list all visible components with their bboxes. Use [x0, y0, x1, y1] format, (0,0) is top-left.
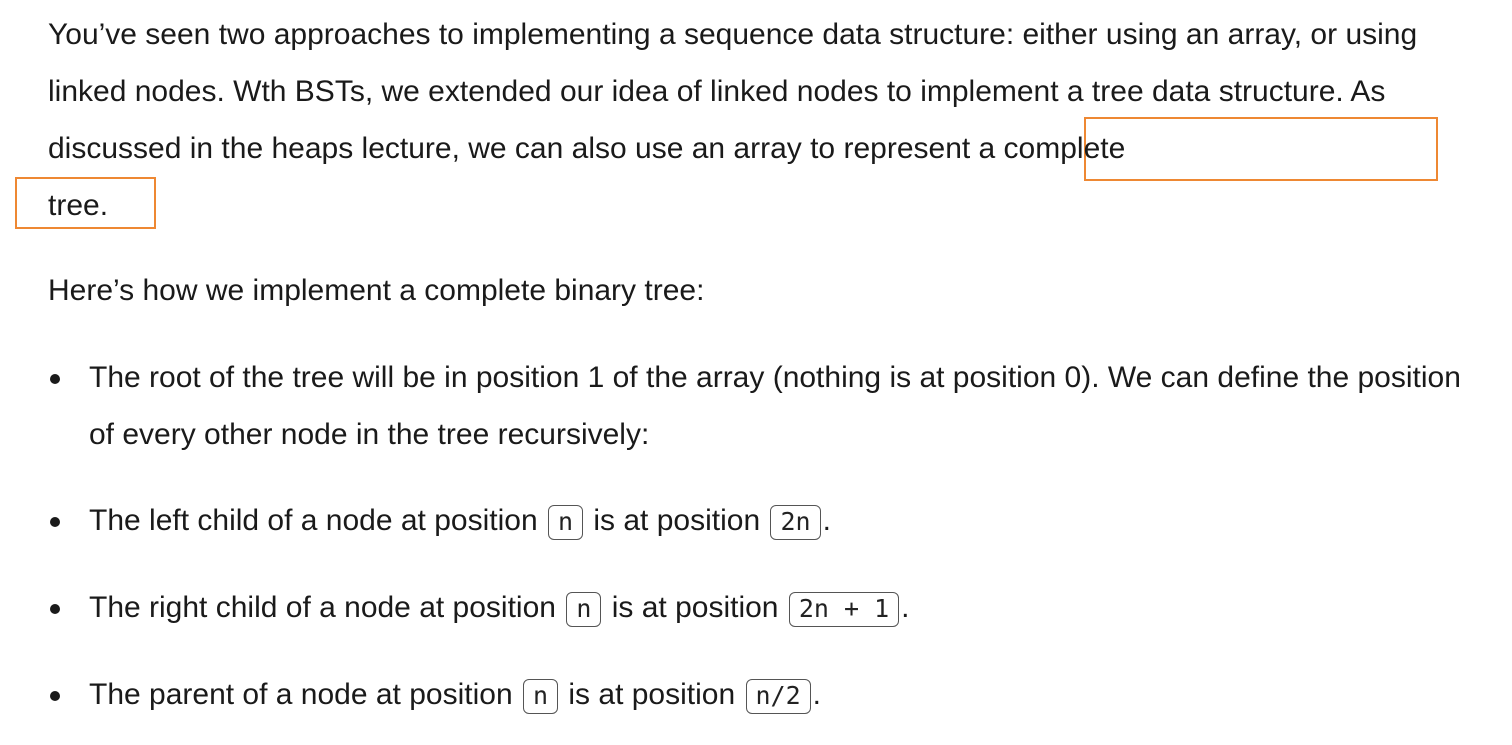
list-item-prefix: The parent of a node at position: [89, 678, 513, 711]
highlighted-text-1: represent a complete: [843, 132, 1126, 165]
code-inline: n: [522, 679, 559, 714]
list-item-suffix: .: [812, 678, 821, 711]
list-item: The right child of a node at position n …: [48, 579, 1468, 637]
bullet-icon: [50, 691, 60, 701]
code-inline: 2n: [770, 505, 821, 540]
lead-paragraph: Here’s how we implement a complete binar…: [48, 274, 705, 307]
list-item-suffix: .: [822, 504, 831, 537]
list-item: The root of the tree will be in position…: [48, 349, 1468, 463]
list-item-suffix: .: [901, 591, 910, 624]
article-body: You’ve seen two approaches to implementi…: [48, 6, 1468, 745]
bullet-icon: [50, 374, 60, 384]
code-inline: n/2: [745, 679, 811, 714]
list-item-prefix: The right child of a node at position: [89, 591, 556, 624]
bullet-icon: [50, 604, 60, 614]
intro-paragraph: You’ve seen two approaches to implementi…: [48, 6, 1468, 234]
list-item: The left child of a node at position n i…: [48, 492, 1468, 550]
list-item-prefix: The left child of a node at position: [89, 504, 538, 537]
list-item-middle: is at position: [568, 678, 736, 711]
code-inline: n: [566, 592, 602, 627]
list-item-middle: is at position: [611, 591, 779, 624]
code-inline: 2n + 1: [788, 592, 900, 627]
code-inline: n: [547, 505, 584, 540]
intro-text: You’ve seen two approaches to implementi…: [48, 18, 1418, 165]
list-item: The parent of a node at position n is at…: [48, 666, 1468, 724]
list-item-text: The root of the tree will be in position…: [89, 361, 1461, 451]
bullet-icon: [50, 517, 60, 527]
highlighted-text-2: tree.: [48, 189, 109, 222]
bullet-list: The root of the tree will be in position…: [48, 349, 1468, 724]
list-item-middle: is at position: [593, 504, 761, 537]
